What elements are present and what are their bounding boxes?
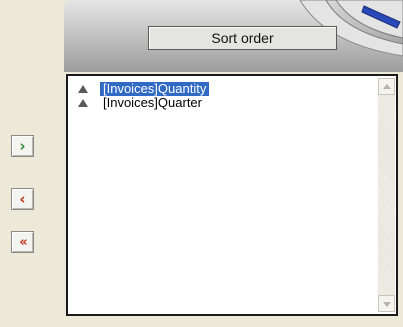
add-to-sort-button[interactable]: › xyxy=(11,135,34,157)
scroll-down-arrow-icon xyxy=(383,302,391,307)
sort-ascending-icon[interactable] xyxy=(78,85,88,93)
remove-from-sort-button[interactable]: ‹ xyxy=(11,188,34,210)
sort-order-rows: [Invoices]Quantity [Invoices]Quarter xyxy=(76,82,374,110)
sort-order-list[interactable]: [Invoices]Quantity [Invoices]Quarter xyxy=(66,74,398,316)
scroll-up-arrow-icon xyxy=(383,84,391,89)
scroll-up-button[interactable] xyxy=(378,78,395,95)
list-item-label: [Invoices]Quantity xyxy=(100,82,210,96)
scroll-down-button[interactable] xyxy=(378,295,395,312)
header-panel: Sort order xyxy=(64,0,403,72)
section-title: Sort order xyxy=(148,26,337,50)
list-item[interactable]: [Invoices]Quantity xyxy=(76,82,374,96)
list-item-label: [Invoices]Quarter xyxy=(103,95,202,110)
vertical-scrollbar[interactable] xyxy=(378,78,395,312)
list-item[interactable]: [Invoices]Quarter xyxy=(76,96,374,110)
sort-ascending-icon[interactable] xyxy=(78,99,88,107)
remove-all-button[interactable]: « xyxy=(11,231,34,253)
